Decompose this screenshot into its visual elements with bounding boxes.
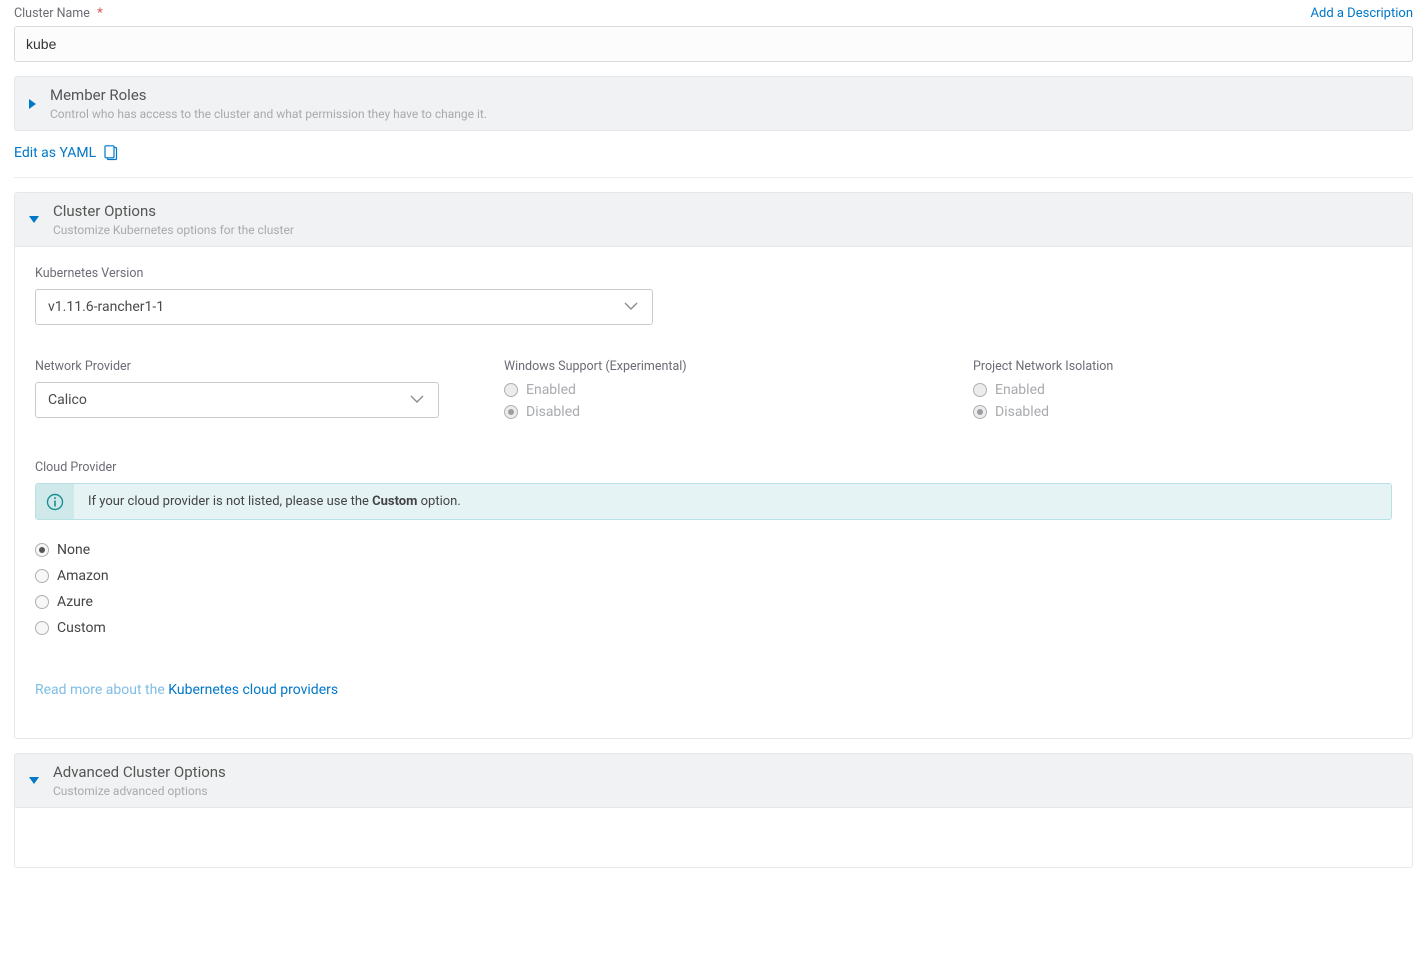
radio-icon bbox=[973, 405, 987, 419]
k8s-version-label: Kubernetes Version bbox=[35, 266, 1392, 281]
advanced-options-title: Advanced Cluster Options bbox=[53, 763, 226, 781]
advanced-options-panel[interactable]: Advanced Cluster Options Customize advan… bbox=[14, 753, 1413, 808]
cloud-provider-azure-label: Azure bbox=[57, 594, 93, 610]
windows-support-enabled-radio: Enabled bbox=[504, 382, 923, 398]
cloud-provider-none-radio[interactable]: None bbox=[35, 542, 1392, 558]
radio-icon bbox=[973, 383, 987, 397]
edit-as-yaml-link[interactable]: Edit as YAML bbox=[14, 145, 96, 161]
chevron-down-icon bbox=[624, 299, 638, 315]
project-isolation-disabled-label: Disabled bbox=[995, 404, 1049, 420]
project-isolation-label: Project Network Isolation bbox=[973, 359, 1392, 374]
k8s-version-value: v1.11.6-rancher1-1 bbox=[48, 299, 164, 315]
member-roles-panel[interactable]: Member Roles Control who has access to t… bbox=[14, 76, 1413, 131]
radio-icon bbox=[35, 569, 49, 583]
cloud-provider-azure-radio[interactable]: Azure bbox=[35, 594, 1392, 610]
cluster-name-label: Cluster Name bbox=[14, 6, 90, 21]
info-icon bbox=[36, 484, 74, 519]
chevron-down-icon bbox=[29, 777, 39, 784]
cluster-options-sub: Customize Kubernetes options for the clu… bbox=[53, 223, 294, 237]
cloud-banner-suffix: option. bbox=[417, 494, 460, 509]
cluster-options-body: Kubernetes Version v1.11.6-rancher1-1 Ne… bbox=[14, 244, 1413, 739]
chevron-down-icon bbox=[410, 392, 424, 408]
radio-icon bbox=[35, 621, 49, 635]
cloud-banner-bold: Custom bbox=[372, 494, 417, 509]
k8s-version-select[interactable]: v1.11.6-rancher1-1 bbox=[35, 289, 653, 325]
member-roles-title: Member Roles bbox=[50, 86, 487, 104]
cloud-provider-amazon-label: Amazon bbox=[57, 568, 109, 584]
windows-support-disabled-label: Disabled bbox=[526, 404, 580, 420]
windows-support-label: Windows Support (Experimental) bbox=[504, 359, 923, 374]
cluster-options-panel[interactable]: Cluster Options Customize Kubernetes opt… bbox=[14, 192, 1413, 247]
add-description-link[interactable]: Add a Description bbox=[1311, 6, 1413, 21]
radio-icon bbox=[504, 383, 518, 397]
clipboard-icon[interactable] bbox=[104, 145, 118, 161]
radio-icon bbox=[35, 595, 49, 609]
cluster-name-input[interactable] bbox=[14, 26, 1413, 62]
advanced-options-body bbox=[14, 805, 1413, 868]
network-provider-select[interactable]: Calico bbox=[35, 382, 439, 418]
cloud-provider-info-banner: If your cloud provider is not listed, pl… bbox=[35, 483, 1392, 520]
member-roles-sub: Control who has access to the cluster an… bbox=[50, 107, 487, 121]
network-provider-label: Network Provider bbox=[35, 359, 454, 374]
windows-support-disabled-radio: Disabled bbox=[504, 404, 923, 420]
cloud-provider-custom-radio[interactable]: Custom bbox=[35, 620, 1392, 636]
cloud-provider-amazon-radio[interactable]: Amazon bbox=[35, 568, 1392, 584]
windows-support-enabled-label: Enabled bbox=[526, 382, 576, 398]
project-isolation-enabled-label: Enabled bbox=[995, 382, 1045, 398]
cluster-options-title: Cluster Options bbox=[53, 202, 294, 220]
project-isolation-disabled-radio: Disabled bbox=[973, 404, 1392, 420]
radio-icon bbox=[504, 405, 518, 419]
chevron-down-icon bbox=[29, 216, 39, 223]
read-more-prefix: Read more about the bbox=[35, 682, 168, 698]
chevron-right-icon bbox=[29, 99, 36, 109]
read-more-link[interactable]: Kubernetes cloud providers bbox=[168, 682, 338, 698]
required-star: * bbox=[97, 6, 103, 21]
network-provider-value: Calico bbox=[48, 392, 87, 408]
cloud-provider-label: Cloud Provider bbox=[35, 460, 1392, 475]
radio-icon bbox=[35, 543, 49, 557]
cloud-provider-custom-label: Custom bbox=[57, 620, 106, 636]
advanced-options-sub: Customize advanced options bbox=[53, 784, 226, 798]
cloud-provider-none-label: None bbox=[57, 542, 90, 558]
cloud-banner-prefix: If your cloud provider is not listed, pl… bbox=[88, 494, 372, 509]
project-isolation-enabled-radio: Enabled bbox=[973, 382, 1392, 398]
